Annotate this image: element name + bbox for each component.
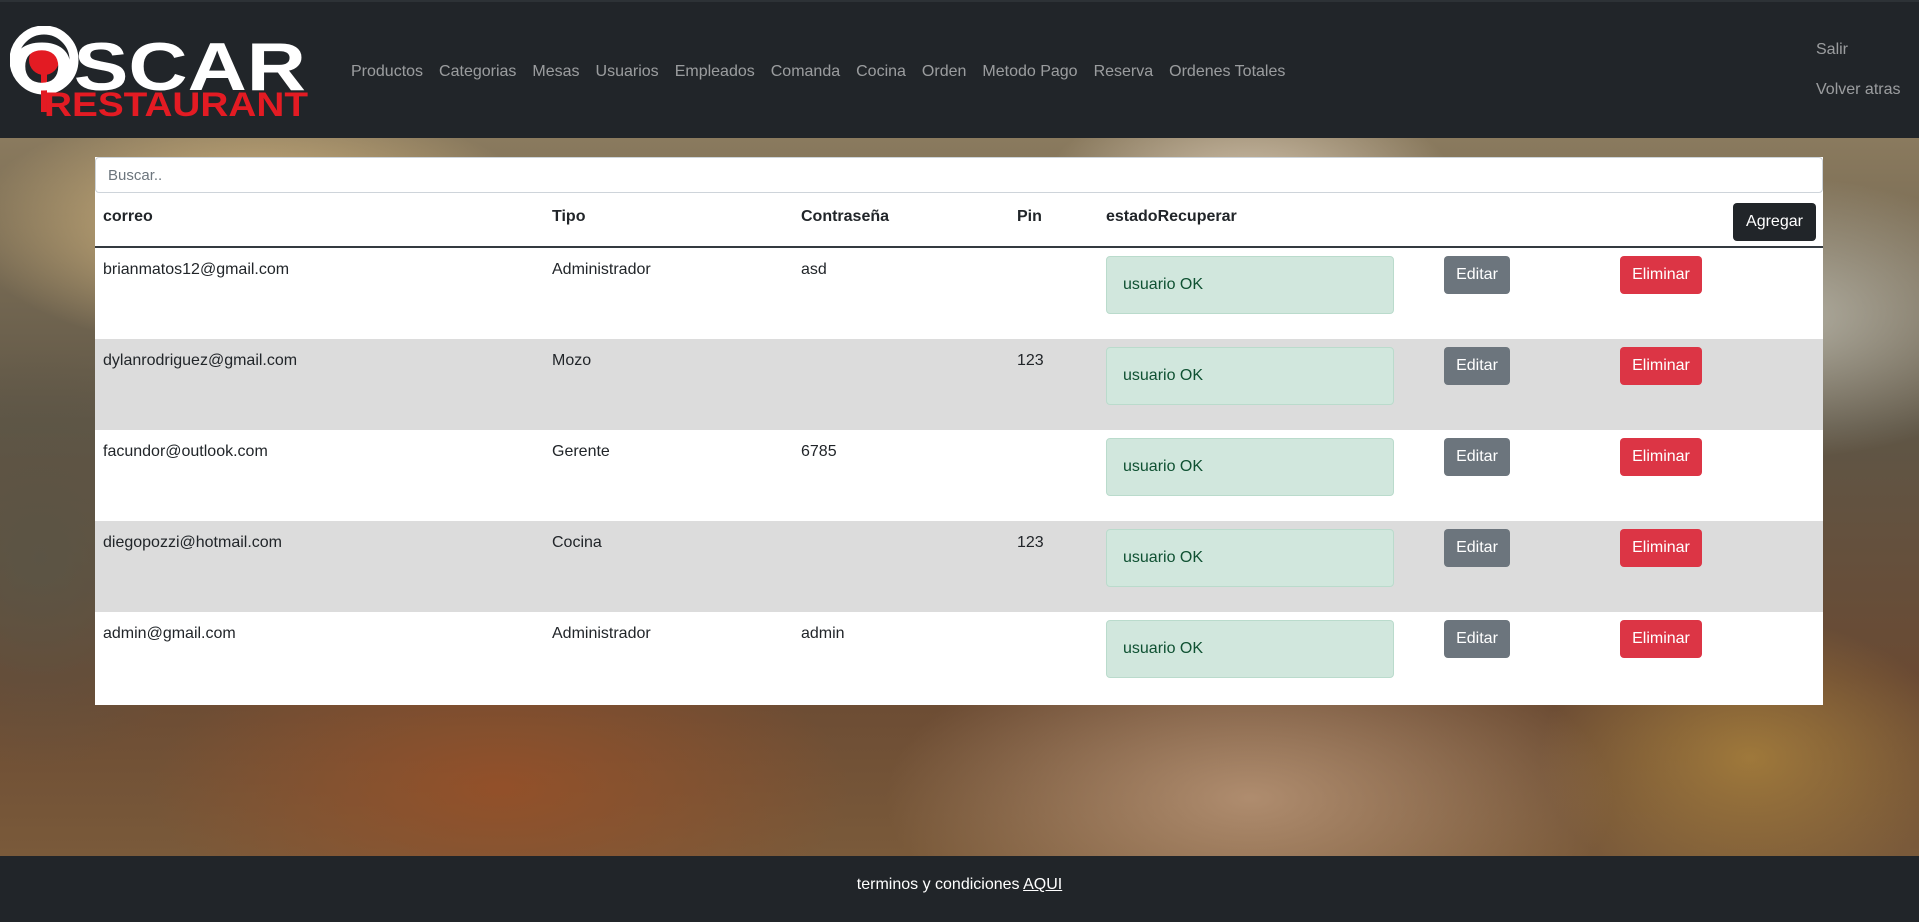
edit-button[interactable]: Editar [1444,347,1510,385]
add-button[interactable]: Agregar [1733,203,1816,241]
delete-button[interactable]: Eliminar [1620,347,1702,385]
delete-button[interactable]: Eliminar [1620,529,1702,567]
cell-pin: 123 [1017,534,1044,551]
nav-item-categorias[interactable]: Categorias [431,60,524,84]
header-contrasena: Contraseña [801,208,890,225]
nav-item-productos[interactable]: Productos [351,60,431,84]
delete-button[interactable]: Eliminar [1620,620,1702,658]
table-row: brianmatos12@gmail.com Administrador asd… [95,248,1823,339]
status-alert: usuario OK [1106,438,1394,496]
cell-tipo: Administrador [552,625,651,642]
status-alert: usuario OK [1106,620,1394,678]
footer: terminos y condiciones AQUI [0,856,1919,922]
cell-tipo: Administrador [552,261,651,278]
edit-button[interactable]: Editar [1444,438,1510,476]
cell-tipo: Mozo [552,352,592,369]
header-tipo: Tipo [552,208,586,225]
cell-tipo: Gerente [552,443,610,460]
go-back-link[interactable]: Volver atras [1816,78,1900,102]
users-table-card: correo Tipo Contraseña Pin estadoRecuper… [95,157,1823,705]
cell-contrasena: asd [801,261,827,278]
cell-correo: diegopozzi@hotmail.com [103,534,282,551]
header-correo: correo [103,208,153,225]
status-alert: usuario OK [1106,256,1394,314]
cell-correo: brianmatos12@gmail.com [103,261,290,278]
status-alert: usuario OK [1106,529,1394,587]
nav-item-cocina[interactable]: Cocina [848,60,914,84]
terms-link[interactable]: AQUI [1023,876,1062,893]
table-row: dylanrodriguez@gmail.com Mozo 123 usuari… [95,339,1823,430]
header-estado-recuperar: estadoRecuperar [1106,208,1237,225]
logo-bottom-text: RESTAURANT [44,86,308,118]
delete-button[interactable]: Eliminar [1620,438,1702,476]
status-alert: usuario OK [1106,347,1394,405]
nav-item-orden[interactable]: Orden [914,60,974,84]
cell-correo: facundor@outlook.com [103,443,268,460]
cell-tipo: Cocina [552,534,602,551]
nav-item-ordenes-totales[interactable]: Ordenes Totales [1161,60,1293,84]
table-header: correo Tipo Contraseña Pin estadoRecuper… [95,194,1823,248]
edit-button[interactable]: Editar [1444,620,1510,658]
table-row: admin@gmail.com Administrador admin usua… [95,612,1823,703]
delete-button[interactable]: Eliminar [1620,256,1702,294]
nav-item-empleados[interactable]: Empleados [667,60,763,84]
terms-text: terminos y condiciones [856,876,1020,893]
cell-contrasena: 6785 [801,443,837,460]
nav-item-usuarios[interactable]: Usuarios [588,60,667,84]
navbar: OSCAR RESTAURANT Productos Categorias Me… [0,0,1919,138]
nav-right: Salir Volver atras [1816,38,1900,118]
table-row: diegopozzi@hotmail.com Cocina 123 usuari… [95,521,1823,612]
oscar-restaurant-logo[interactable]: OSCAR RESTAURANT [10,26,310,118]
search-input[interactable] [95,157,1823,193]
edit-button[interactable]: Editar [1444,529,1510,567]
table-row: facundor@outlook.com Gerente 6785 usuari… [95,430,1823,521]
footer-text-line: terminos y condiciones AQUI [0,876,1919,894]
cell-contrasena: admin [801,625,845,642]
nav-item-reserva[interactable]: Reserva [1086,60,1162,84]
edit-button[interactable]: Editar [1444,256,1510,294]
main-nav: Productos Categorias Mesas Usuarios Empl… [351,60,1293,84]
cell-correo: admin@gmail.com [103,625,236,642]
cell-correo: dylanrodriguez@gmail.com [103,352,298,369]
nav-item-comanda[interactable]: Comanda [763,60,848,84]
cell-pin: 123 [1017,352,1044,369]
logout-link[interactable]: Salir [1816,38,1900,62]
header-pin: Pin [1017,208,1042,225]
nav-item-metodo-pago[interactable]: Metodo Pago [974,60,1085,84]
nav-item-mesas[interactable]: Mesas [524,60,587,84]
